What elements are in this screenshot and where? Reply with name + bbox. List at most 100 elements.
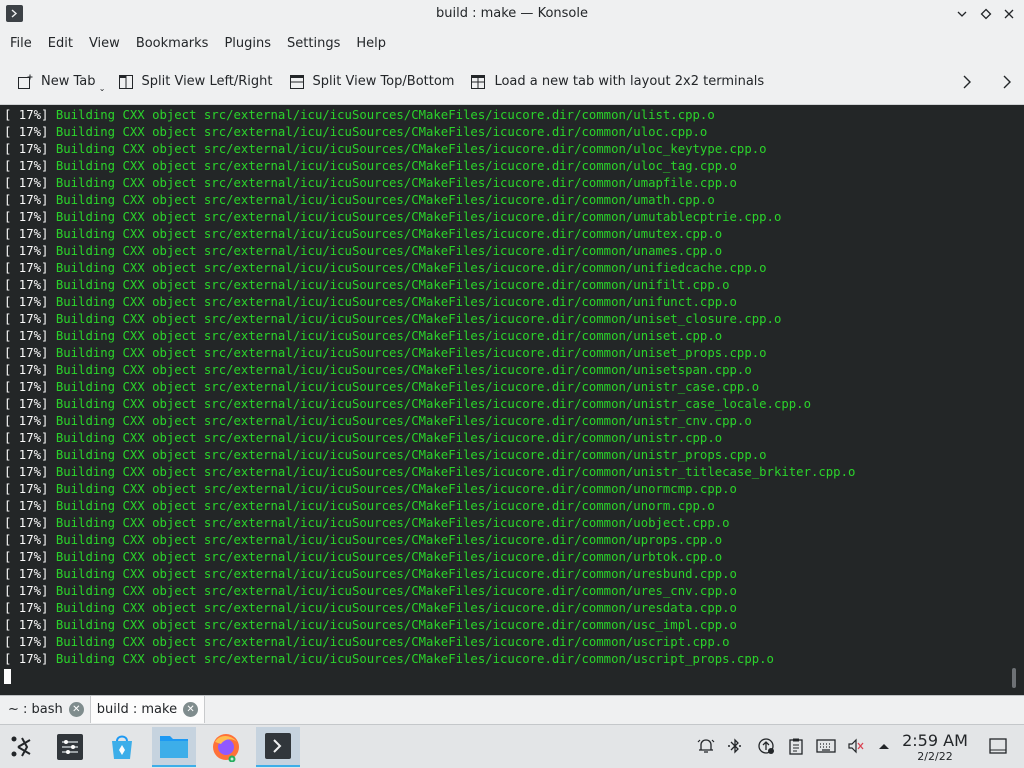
tab-build-make[interactable]: build : make ✕ — [90, 696, 206, 723]
build-message: Building CXX object src/external/icu/icu… — [55, 618, 737, 632]
close-icon[interactable]: ✕ — [183, 702, 199, 717]
bluetooth-icon[interactable] — [725, 736, 745, 756]
clipboard-icon[interactable] — [786, 736, 806, 756]
build-message: Building CXX object src/external/icu/icu… — [55, 193, 715, 207]
progress-prefix: [ 17%] — [4, 601, 56, 615]
keyboard-icon[interactable] — [816, 736, 836, 756]
system-settings-icon[interactable] — [48, 727, 92, 767]
progress-prefix: [ 17%] — [4, 295, 56, 309]
split-left-right-label: Split View Left/Right — [141, 74, 273, 89]
progress-prefix: [ 17%] — [4, 261, 56, 275]
terminal-line: [ 17%] Building CXX object src/external/… — [4, 226, 855, 243]
terminal-line: [ 17%] Building CXX object src/external/… — [4, 311, 855, 328]
application-launcher-icon[interactable] — [0, 727, 44, 767]
terminal-scrollbar[interactable] — [1012, 668, 1016, 688]
menu-view[interactable]: View — [81, 29, 128, 59]
terminal-line: [ 17%] Building CXX object src/external/… — [4, 124, 855, 141]
close-icon[interactable]: ✕ — [68, 702, 84, 717]
close-button[interactable] — [1000, 5, 1018, 23]
menu-bookmarks[interactable]: Bookmarks — [128, 29, 217, 59]
new-tab-icon — [17, 74, 33, 90]
tab-bash[interactable]: ~ : bash ✕ — [0, 696, 91, 723]
terminal-line: [ 17%] Building CXX object src/external/… — [4, 379, 855, 396]
progress-prefix: [ 17%] — [4, 397, 56, 411]
menu-edit[interactable]: Edit — [40, 29, 81, 59]
terminal-line: [ 17%] Building CXX object src/external/… — [4, 447, 855, 464]
chevron-right-icon — [1003, 75, 1011, 89]
split-top-bottom-button[interactable]: Split View Top/Bottom — [281, 65, 463, 99]
progress-prefix: [ 17%] — [4, 159, 56, 173]
window-titlebar[interactable]: build : make — Konsole — [0, 0, 1024, 29]
progress-prefix: [ 17%] — [4, 193, 56, 207]
progress-prefix: [ 17%] — [4, 567, 56, 581]
minimize-button[interactable] — [953, 5, 971, 23]
layout-grid-icon — [470, 74, 486, 90]
tray-expand-icon[interactable] — [874, 736, 894, 756]
load-layout-button[interactable]: Load a new tab with layout 2x2 terminals — [462, 65, 772, 99]
build-message: Building CXX object src/external/icu/icu… — [55, 244, 723, 258]
progress-prefix: [ 17%] — [4, 227, 56, 241]
build-message: Building CXX object src/external/icu/icu… — [55, 159, 737, 173]
menu-plugins[interactable]: Plugins — [216, 29, 279, 59]
maximize-button[interactable] — [977, 5, 995, 23]
progress-prefix: [ 17%] — [4, 550, 56, 564]
progress-prefix: [ 17%] — [4, 499, 56, 513]
clock-date[interactable]: 2/2/22 — [896, 750, 974, 763]
new-tab-button[interactable]: New Tab ⌄ — [9, 65, 110, 99]
menu-help[interactable]: Help — [348, 29, 394, 59]
build-message: Building CXX object src/external/icu/icu… — [55, 363, 752, 377]
terminal-line: [ 17%] Building CXX object src/external/… — [4, 430, 855, 447]
build-message: Building CXX object src/external/icu/icu… — [55, 533, 723, 547]
new-tab-label: New Tab — [41, 74, 96, 89]
terminal-view[interactable]: [ 17%] Building CXX object src/external/… — [0, 105, 1024, 695]
toolbar-more-button[interactable] — [990, 59, 1024, 105]
konsole-icon[interactable] — [256, 727, 300, 767]
discover-store-icon[interactable] — [100, 727, 144, 767]
terminal-line: [ 17%] Building CXX object src/external/… — [4, 600, 855, 617]
volume-muted-icon[interactable] — [846, 736, 866, 756]
progress-prefix: [ 17%] — [4, 584, 56, 598]
terminal-line: [ 17%] Building CXX object src/external/… — [4, 107, 855, 124]
chevron-down-icon[interactable]: ⌄ — [99, 84, 106, 93]
terminal-cursor — [4, 669, 11, 684]
build-message: Building CXX object src/external/icu/icu… — [55, 346, 767, 360]
clock-time[interactable]: 2:59 AM — [896, 731, 974, 750]
terminal-line: [ 17%] Building CXX object src/external/… — [4, 583, 855, 600]
terminal-output: [ 17%] Building CXX object src/external/… — [4, 107, 855, 685]
terminal-line: [ 17%] Building CXX object src/external/… — [4, 549, 855, 566]
chevron-right-icon — [963, 75, 971, 89]
progress-prefix: [ 17%] — [4, 108, 56, 122]
terminal-line: [ 17%] Building CXX object src/external/… — [4, 413, 855, 430]
window-title: build : make — Konsole — [436, 6, 588, 21]
updates-icon[interactable] — [756, 736, 776, 756]
terminal-line: [ 17%] Building CXX object src/external/… — [4, 651, 855, 668]
menu-file[interactable]: File — [2, 29, 40, 59]
progress-prefix: [ 17%] — [4, 635, 56, 649]
build-message: Building CXX object src/external/icu/icu… — [55, 482, 737, 496]
progress-prefix: [ 17%] — [4, 516, 56, 530]
file-manager-icon[interactable] — [152, 727, 196, 767]
build-message: Building CXX object src/external/icu/icu… — [55, 550, 723, 564]
split-left-right-button[interactable]: Split View Left/Right — [110, 65, 281, 99]
build-message: Building CXX object src/external/icu/icu… — [55, 567, 737, 581]
show-desktop-icon[interactable] — [988, 736, 1008, 756]
progress-prefix: [ 17%] — [4, 329, 56, 343]
progress-prefix: [ 17%] — [4, 482, 56, 496]
main-toolbar: New Tab ⌄ Split View Left/Right Split Vi… — [0, 59, 1024, 105]
firefox-icon[interactable] — [204, 727, 248, 767]
menu-settings[interactable]: Settings — [279, 29, 348, 59]
terminal-line: [ 17%] Building CXX object src/external/… — [4, 362, 855, 379]
progress-prefix: [ 17%] — [4, 278, 56, 292]
progress-prefix: [ 17%] — [4, 346, 56, 360]
terminal-line: [ 17%] Building CXX object src/external/… — [4, 634, 855, 651]
progress-prefix: [ 17%] — [4, 244, 56, 258]
progress-prefix: [ 17%] — [4, 431, 56, 445]
build-message: Building CXX object src/external/icu/icu… — [55, 448, 767, 462]
toolbar-overflow-button[interactable] — [950, 59, 984, 105]
build-message: Building CXX object src/external/icu/icu… — [55, 329, 723, 343]
notifications-icon[interactable] — [696, 736, 716, 756]
build-message: Building CXX object src/external/icu/icu… — [55, 210, 782, 224]
terminal-line: [ 17%] Building CXX object src/external/… — [4, 464, 855, 481]
build-message: Building CXX object src/external/icu/icu… — [55, 295, 737, 309]
terminal-line: [ 17%] Building CXX object src/external/… — [4, 328, 855, 345]
